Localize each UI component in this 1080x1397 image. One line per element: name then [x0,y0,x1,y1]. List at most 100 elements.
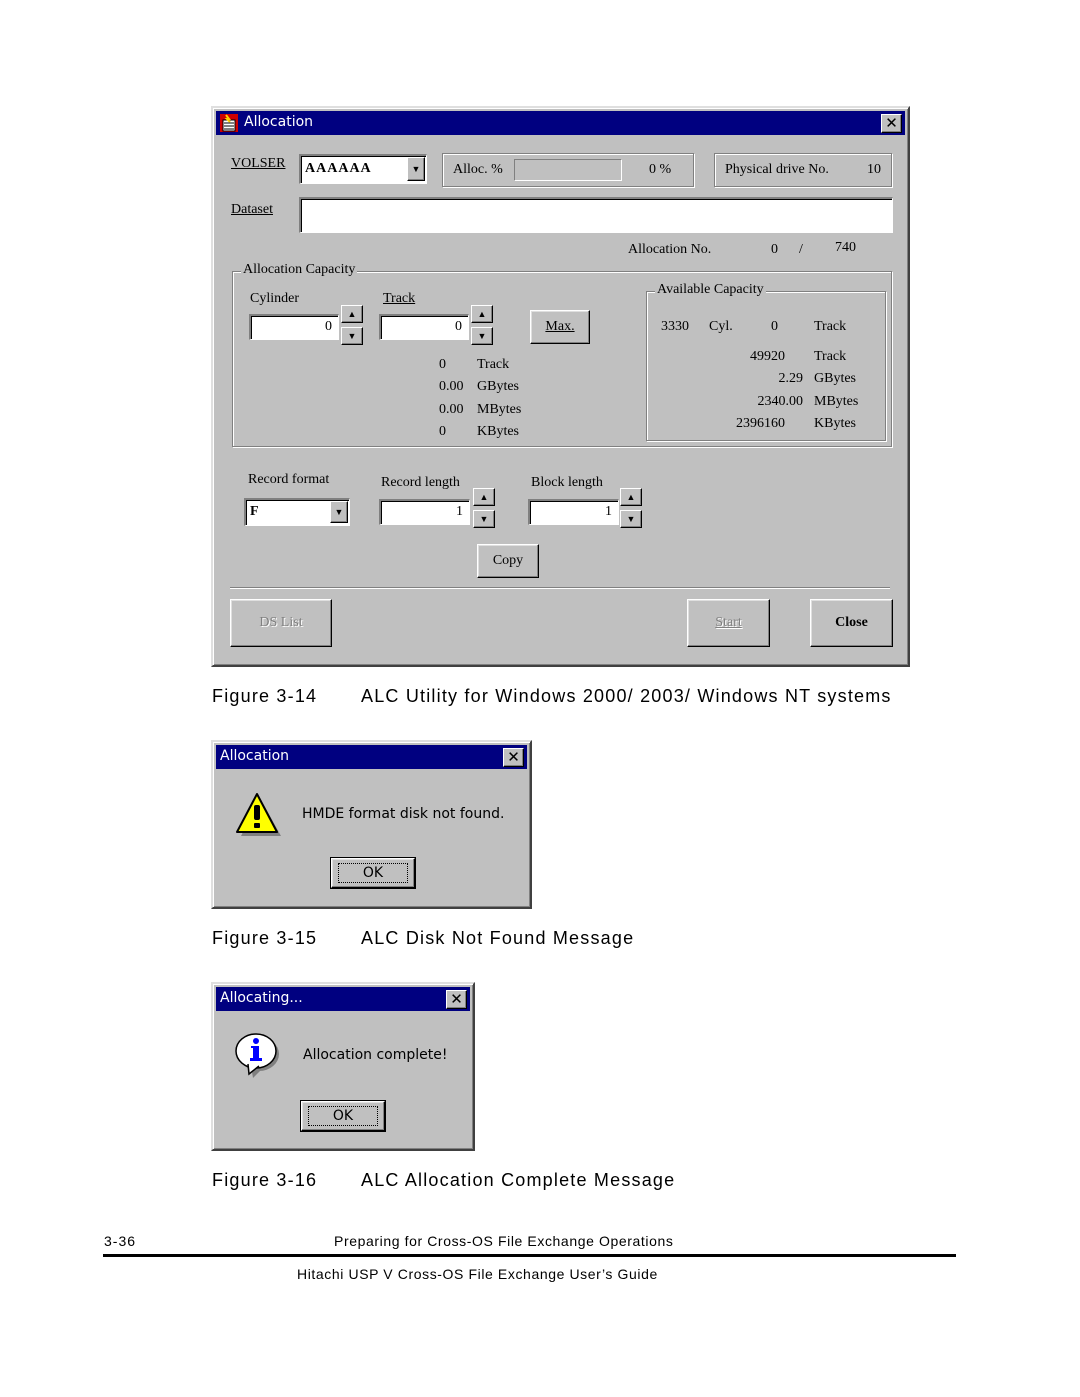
result-gbytes-unit: GBytes [477,379,519,394]
figure-title: ALC Utility for Windows 2000/ 2003/ Wind… [361,686,892,706]
block-length-up-arrow-icon[interactable]: ▲ [620,488,642,506]
start-button[interactable]: Start [687,599,770,647]
chevron-down-icon[interactable]: ▼ [330,501,348,523]
avail-track-value: 0 [771,319,778,334]
avail-cyl-unit: Cyl. [709,319,733,334]
avail-cyl-value: 3330 [661,319,689,334]
figure-3-14-caption: Figure 3-14 ALC Utility for Windows 2000… [212,686,890,707]
allocation-no-total: 740 [835,240,856,255]
dataset-label: Dataset [231,202,273,218]
allocation-no-label: Allocation No. [628,242,712,257]
figure-title: ALC Disk Not Found Message [361,928,635,948]
track-up-arrow-icon[interactable]: ▲ [471,305,493,323]
max-button[interactable]: Max. [530,310,590,344]
record-format-value: F [250,504,259,519]
figure-number: Figure 3-15 [212,928,318,948]
title-bar: Allocation ✕ [216,745,527,769]
ok-button-label: OK [307,1106,379,1126]
warning-icon [233,790,281,838]
allocation-capacity-legend: Allocation Capacity [241,262,358,278]
close-icon[interactable]: ✕ [881,114,902,133]
record-length-down-arrow-icon[interactable]: ▼ [473,510,495,528]
page-number: 3-36 [104,1233,137,1249]
track-input[interactable]: 0 [379,314,469,340]
footer-rule [103,1254,956,1257]
volser-value: AAAAAA [305,161,372,176]
info-icon [233,1030,281,1080]
record-format-dropdown[interactable]: F ▼ [244,498,350,526]
cylinder-up-arrow-icon[interactable]: ▲ [341,305,363,323]
figure-title: ALC Allocation Complete Message [361,1170,676,1190]
available-capacity-legend: Available Capacity [655,282,766,298]
title-bar: Allocating... ✕ [216,987,470,1011]
record-length-input[interactable]: 1 [379,499,470,525]
physical-drive-panel: Physical drive No. 10 [714,153,892,187]
separator [230,587,890,589]
record-format-label: Record format [248,472,330,487]
ok-button[interactable]: OK [300,1100,386,1132]
alloc-percent-label: Alloc. % [453,162,503,177]
guide-title: Hitachi USP V Cross-OS File Exchange Use… [297,1266,658,1282]
avail-tracks-unit: Track [814,349,847,364]
result-mbytes-value: 0.00 [439,402,464,417]
close-button[interactable]: Close [810,599,893,647]
chevron-down-icon[interactable]: ▼ [407,157,425,181]
block-length-label: Block length [531,475,603,490]
start-button-label: Start [715,615,742,630]
dataset-label-text: Dataset [231,202,273,217]
alloc-percent-panel: Alloc. % 0 % [442,153,694,187]
ds-list-button[interactable]: DS List [230,599,332,647]
title-bar: Allocation ✕ [216,111,905,135]
app-icon [220,114,238,132]
dialog-title: Allocating... [220,990,303,1006]
result-kbytes-unit: KBytes [477,424,519,439]
section-title: Preparing for Cross-OS File Exchange Ope… [334,1233,674,1249]
cylinder-input[interactable]: 0 [249,314,339,340]
close-icon[interactable]: ✕ [503,748,524,767]
window-title: Allocation [244,114,314,130]
cylinder-down-arrow-icon[interactable]: ▼ [341,327,363,345]
available-capacity-group: Available Capacity 3330 Cyl. 0 Track 499… [646,282,886,441]
close-icon[interactable]: ✕ [446,990,467,1009]
allocation-complete-dialog: Allocating... ✕ Allocation complete! OK [211,982,475,1151]
allocation-window: Allocation ✕ VOLSER AAAAAA ▼ Alloc. % 0 … [211,106,910,667]
copy-button-label: Copy [492,553,524,568]
alloc-progress-bar [514,159,622,181]
block-length-down-arrow-icon[interactable]: ▼ [620,510,642,528]
result-mbytes-unit: MBytes [477,402,522,417]
allocation-capacity-group: Allocation Capacity Cylinder 0 ▲ ▼ Track… [232,262,892,447]
max-button-label: Max. [545,319,575,334]
track-label-text: Track [383,291,416,306]
physical-drive-value: 10 [867,162,881,177]
ok-button[interactable]: OK [330,857,416,889]
figure-number: Figure 3-16 [212,1170,318,1190]
record-length-value: 1 [456,504,463,519]
track-down-arrow-icon[interactable]: ▼ [471,327,493,345]
block-length-value: 1 [605,504,612,519]
result-gbytes-value: 0.00 [439,379,464,394]
result-track-unit: Track [477,357,510,372]
physical-drive-label: Physical drive No. [725,162,829,177]
track-label: Track [383,291,415,307]
alloc-percent-value: 0 % [649,162,672,177]
cylinder-label: Cylinder [250,291,299,306]
result-track-value: 0 [439,357,446,372]
avail-gbytes-unit: GBytes [814,371,856,386]
result-kbytes-value: 0 [439,424,446,439]
ok-button-label: OK [337,863,409,883]
dialog-message: Allocation complete! [303,1047,448,1063]
avail-kbytes-value: 2396160 [736,416,785,431]
record-length-up-arrow-icon[interactable]: ▲ [473,488,495,506]
avail-mbytes-unit: MBytes [814,394,859,409]
ds-list-button-label: DS List [259,615,303,630]
volser-dropdown[interactable]: AAAAAA ▼ [299,154,427,184]
block-length-input[interactable]: 1 [528,499,619,525]
cylinder-value: 0 [325,319,332,334]
avail-track-unit: Track [814,319,847,334]
avail-gbytes-value: 2.29 [778,371,804,386]
allocation-no-sep: / [799,242,803,257]
dialog-message: HMDE format disk not found. [302,806,505,822]
dataset-input[interactable] [299,197,893,233]
track-value: 0 [455,319,462,334]
copy-button[interactable]: Copy [477,544,539,578]
